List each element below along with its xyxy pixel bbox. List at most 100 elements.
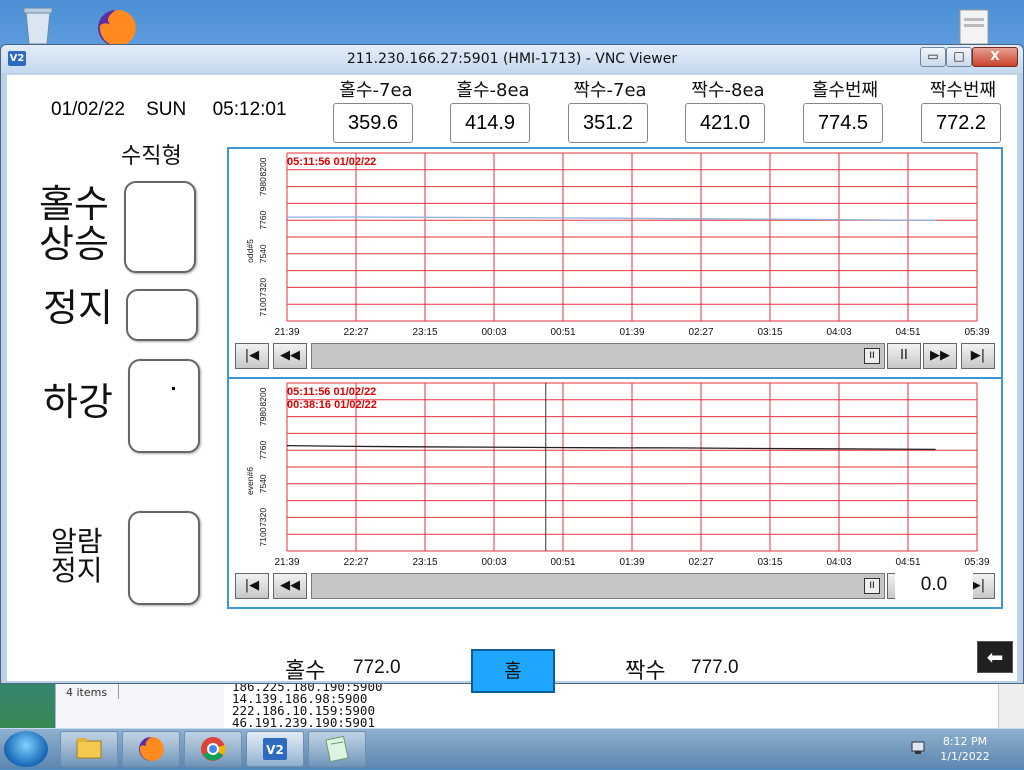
- fast-forward-button[interactable]: ▶▶: [923, 343, 957, 369]
- x-tick-label: 02:27: [688, 557, 713, 568]
- scroll-thumb[interactable]: II: [864, 578, 880, 594]
- tray-clock[interactable]: 8:12 PM 1/1/2022: [930, 734, 1000, 764]
- x-tick-label: 21:39: [274, 327, 299, 338]
- clock-time: 8:12 PM: [942, 735, 988, 748]
- alarm-stop-button[interactable]: [128, 511, 200, 605]
- trend-scrollbar[interactable]: II: [311, 573, 885, 599]
- explorer-item-count: 4 items: [66, 686, 108, 699]
- pause-button[interactable]: II: [887, 343, 921, 369]
- x-tick-label: 01:39: [619, 557, 644, 568]
- trend-grid: [286, 382, 978, 552]
- recycle-bin-icon[interactable]: [14, 2, 62, 48]
- x-tick-label: 02:27: [688, 327, 713, 338]
- y-tick-label: 7320: [258, 278, 268, 297]
- down-label: 하강: [43, 380, 113, 424]
- x-tick-label: 22:27: [343, 557, 368, 568]
- explorer-status-bar: 4 items: [55, 680, 225, 732]
- start-button[interactable]: [4, 731, 48, 767]
- trend-scrollbar[interactable]: II: [311, 343, 885, 369]
- taskbar-notepad[interactable]: [308, 731, 366, 767]
- x-tick-label: 00:03: [481, 557, 506, 568]
- y-tick-label: 7100: [258, 527, 268, 546]
- y-axis-label: even#6: [245, 467, 255, 495]
- alarm-stop-label-line2: 정지: [51, 554, 103, 588]
- notepad-icon: [325, 735, 349, 763]
- x-tick-label: 00:03: [481, 327, 506, 338]
- home-button[interactable]: 홈: [471, 649, 555, 693]
- x-tick-label: 22:27: [343, 327, 368, 338]
- trend-control-bar: |◀ ◀◀ II II ▶▶ ▶|: [235, 343, 995, 369]
- alarm-stop-label-line1: 알람: [51, 525, 103, 558]
- tag-label: 짝수번째: [929, 80, 997, 101]
- clock-date: 1/1/2022: [940, 750, 990, 763]
- tag-label: 홀수-7ea: [339, 80, 413, 101]
- y-tick-label: 8200: [258, 387, 268, 406]
- network-tray-icon[interactable]: [910, 739, 928, 757]
- y-tick-label: 8200: [258, 157, 268, 176]
- x-tick-label: 04:03: [826, 557, 851, 568]
- taskbar-explorer[interactable]: [60, 731, 118, 767]
- back-arrow-button[interactable]: ⬅: [977, 641, 1013, 673]
- window-title: 211.230.166.27:5901 (HMI-1713) - VNC Vie…: [346, 51, 678, 67]
- y-tick-label: 7980: [258, 177, 268, 196]
- y-tick-label: 7540: [258, 244, 268, 263]
- console-scrollbar[interactable]: [998, 681, 1024, 731]
- hmi-screen: 01/02/22 SUN 05:12:01 홀수-7ea 359.6 홀수-8e…: [7, 75, 1017, 693]
- tag-value-box: 351.2: [568, 103, 648, 143]
- tag-label: 홀수번째: [811, 80, 879, 101]
- odd-total-value: 772.0: [353, 657, 401, 678]
- tag-value-box: 359.6: [333, 103, 413, 143]
- rewind-button[interactable]: ◀◀: [273, 573, 307, 599]
- y-tick-label: 7760: [258, 210, 268, 229]
- taskbar-vnc-viewer[interactable]: V2: [246, 731, 304, 767]
- x-tick-label: 04:51: [895, 327, 920, 338]
- first-button[interactable]: |◀: [235, 573, 269, 599]
- tag-value-box: 414.9: [450, 103, 530, 143]
- trend-timestamp: 05:11:56 01/02/22: [287, 156, 376, 168]
- y-tick-label: 7100: [258, 297, 268, 316]
- x-tick-label: 03:15: [757, 557, 782, 568]
- even-total-label: 짝수: [625, 659, 666, 684]
- taskbar-firefox[interactable]: [122, 731, 180, 767]
- x-tick-label: 21:39: [274, 557, 299, 568]
- x-tick-label: 23:15: [412, 327, 437, 338]
- x-tick-label: 04:03: [826, 327, 851, 338]
- tag-value-box: 421.0: [685, 103, 765, 143]
- x-tick-label: 23:15: [412, 557, 437, 568]
- tag-label: 짝수-7ea: [573, 80, 647, 101]
- firefox-icon: [139, 736, 164, 761]
- trend-series-line: [286, 444, 936, 451]
- even-total-value: 777.0: [691, 657, 739, 678]
- trend-grid: [286, 152, 978, 322]
- x-tick-label: 05:39: [964, 327, 989, 338]
- hmi-datetime: 01/02/22 SUN 05:12:01: [51, 99, 287, 120]
- stop-button[interactable]: [126, 289, 198, 341]
- taskbar: V2 8:12 PM 1/1/2022: [0, 728, 1024, 769]
- first-button[interactable]: |◀: [235, 343, 269, 369]
- down-button[interactable]: [128, 359, 200, 453]
- last-button[interactable]: ▶|: [961, 343, 995, 369]
- close-button[interactable]: X: [972, 47, 1018, 67]
- alarm-stop-label: 알람 정지: [51, 527, 103, 586]
- odd-trend-panel: 21:39 22:27 23:15 00:03 00:51 01:39 02:27 03:15…: [227, 147, 1003, 379]
- y-tick-label: 7760: [258, 440, 268, 459]
- chrome-icon: [201, 737, 226, 761]
- minimize-button[interactable]: ▭: [920, 47, 946, 67]
- background-console: 186.225.180.190:5900 14.139.186.98:5900 …: [224, 680, 1024, 731]
- x-tick-label: 01:39: [619, 327, 644, 338]
- maximize-button[interactable]: □: [946, 47, 972, 67]
- up-button[interactable]: [124, 181, 196, 273]
- x-tick-label: 03:15: [757, 327, 782, 338]
- vnc-viewer-window: V2 211.230.166.27:5901 (HMI-1713) - VNC …: [0, 44, 1024, 693]
- title-bar[interactable]: V2 211.230.166.27:5901 (HMI-1713) - VNC …: [1, 45, 1023, 73]
- tag-label: 홀수-8ea: [456, 80, 530, 101]
- trend-timestamp: 05:11:56 01/02/22: [287, 386, 376, 398]
- y-axis-label: odd#5: [245, 239, 255, 263]
- taskbar-chrome[interactable]: [184, 731, 242, 767]
- tag-label: 짝수-8ea: [691, 80, 765, 101]
- x-tick-label: 00:51: [550, 327, 575, 338]
- scroll-thumb[interactable]: II: [864, 348, 880, 364]
- rewind-button[interactable]: ◀◀: [273, 343, 307, 369]
- y-tick-label: 7980: [258, 407, 268, 426]
- trend-timestamp: 00:38:16 01/02/22: [287, 399, 377, 411]
